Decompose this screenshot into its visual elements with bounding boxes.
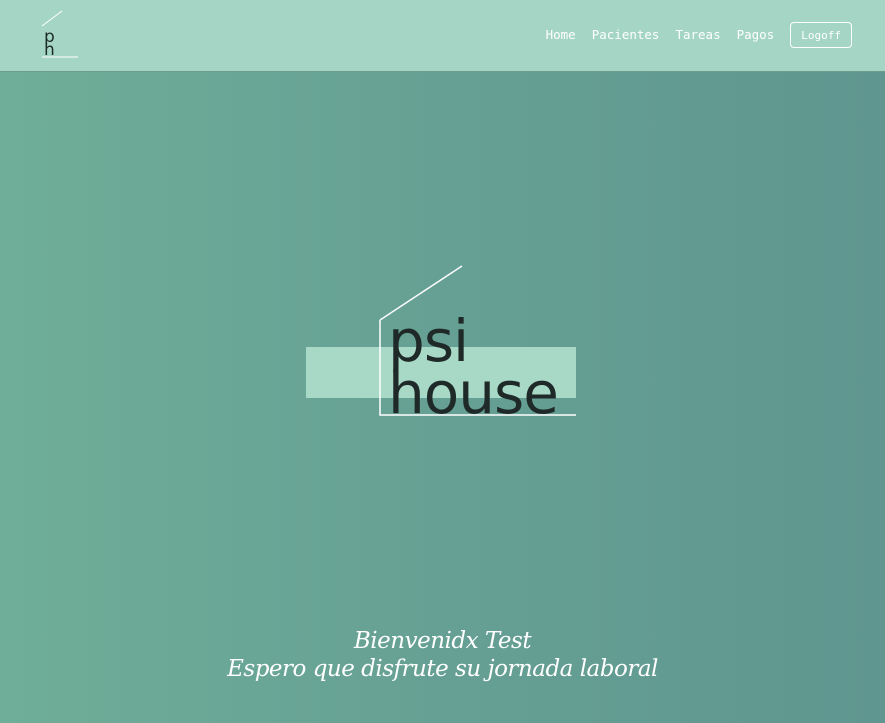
navbar: p h Home Pacientes Tareas Pagos Logoff <box>0 0 885 72</box>
nav-links: Home Pacientes Tareas Pagos Logoff <box>546 21 852 49</box>
welcome-title: Bienvenidx Test <box>353 628 532 654</box>
welcome-subtitle: Espero que disfrute su jornada laboral <box>227 656 658 682</box>
logo-word-house: house <box>388 359 559 427</box>
nav-home-link[interactable]: Home <box>546 21 576 49</box>
nav-tareas-link[interactable]: Tareas <box>675 21 720 49</box>
nav-pacientes-link[interactable]: Pacientes <box>592 21 660 49</box>
hero-logo: psi house <box>300 260 585 425</box>
brand-logo[interactable]: p h <box>38 8 82 62</box>
nav-pagos-link[interactable]: Pagos <box>737 21 775 49</box>
logoff-button[interactable]: Logoff <box>790 22 852 48</box>
svg-text:h: h <box>44 40 55 60</box>
